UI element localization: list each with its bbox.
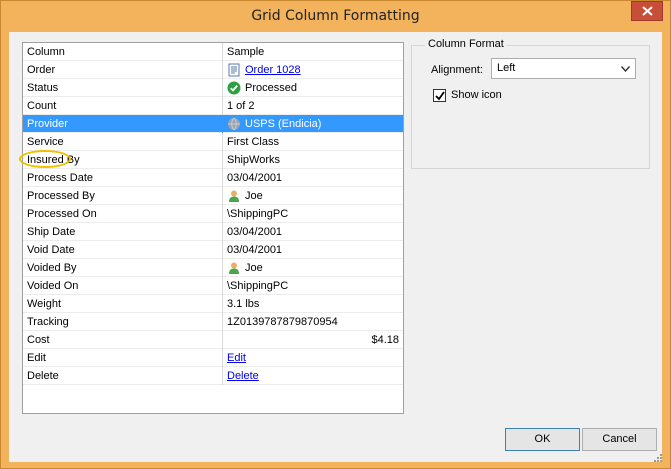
alignment-label: Alignment: <box>431 64 483 76</box>
sample-text: 03/04/2001 <box>227 172 283 184</box>
column-grid[interactable]: Column Sample Order Order 1028 Status Proce… <box>22 42 404 414</box>
table-row[interactable]: Edit Edit <box>23 349 403 367</box>
table-row[interactable]: Tracking 1Z0139787879870954 <box>23 313 403 331</box>
sample-text: \ShippingPC <box>227 280 289 292</box>
sample-text: 1 of 2 <box>227 100 255 112</box>
show-icon-checkbox[interactable] <box>433 89 446 102</box>
sample-cell: Joe <box>223 259 403 277</box>
column-name-cell: Cost <box>23 331 223 349</box>
column-name-cell: Voided On <box>23 277 223 295</box>
table-row[interactable]: Void Date 03/04/2001 <box>23 241 403 259</box>
sample-cell: USPS (Endicia) <box>223 115 403 133</box>
table-row[interactable]: Process Date 03/04/2001 <box>23 169 403 187</box>
user-icon <box>227 189 241 203</box>
table-row[interactable]: Processed By Joe <box>23 187 403 205</box>
column-header: Column <box>23 43 223 61</box>
table-row[interactable]: Processed On \ShippingPC <box>23 205 403 223</box>
alignment-select[interactable]: Left <box>491 58 636 79</box>
column-format-title: Column Format <box>425 38 507 50</box>
sample-cell: ShipWorks <box>223 151 403 169</box>
checkmark-icon <box>435 91 445 101</box>
column-name-cell: Weight <box>23 295 223 313</box>
table-row[interactable]: Status Processed <box>23 79 403 97</box>
sample-cell: Joe <box>223 187 403 205</box>
sample-link[interactable]: Edit <box>227 352 246 364</box>
user-icon <box>227 261 241 275</box>
table-row[interactable]: Service First Class <box>23 133 403 151</box>
sample-cell[interactable]: Order 1028 <box>223 61 403 79</box>
sample-cell: 03/04/2001 <box>223 223 403 241</box>
sample-text: 1Z0139787879870954 <box>227 316 338 328</box>
sample-text: $4.18 <box>371 334 399 346</box>
sample-cell: First Class <box>223 133 403 151</box>
globe-icon <box>227 117 241 131</box>
close-icon <box>642 6 653 16</box>
dialog-body: Column Sample Order Order 1028 Status Proce… <box>9 32 662 462</box>
table-row[interactable]: Count 1 of 2 <box>23 97 403 115</box>
sample-cell[interactable]: Delete <box>223 367 403 385</box>
column-name-cell: Tracking <box>23 313 223 331</box>
sample-text: ShipWorks <box>227 154 280 166</box>
table-row[interactable]: Ship Date 03/04/2001 <box>23 223 403 241</box>
table-row[interactable]: Delete Delete <box>23 367 403 385</box>
dialog-title: Grid Column Formatting <box>251 8 420 24</box>
sample-text: 03/04/2001 <box>227 244 283 256</box>
sample-text: Joe <box>245 262 263 274</box>
sample-cell: 03/04/2001 <box>223 241 403 259</box>
column-name-cell: Delete <box>23 367 223 385</box>
table-row[interactable]: Provider USPS (Endicia) <box>23 115 403 133</box>
column-name-cell: Order <box>23 61 223 79</box>
sample-text: Processed <box>245 82 297 94</box>
sample-link[interactable]: Order 1028 <box>245 64 301 76</box>
column-name-cell: Ship Date <box>23 223 223 241</box>
column-name-cell: Count <box>23 97 223 115</box>
sample-cell: 1 of 2 <box>223 97 403 115</box>
sample-cell: $4.18 <box>223 331 403 349</box>
table-row[interactable]: Voided On \ShippingPC <box>23 277 403 295</box>
grid-header: Column Sample <box>23 43 403 61</box>
column-name-cell: Void Date <box>23 241 223 259</box>
checkmark-icon <box>227 81 241 95</box>
resize-grip-icon[interactable] <box>653 453 663 463</box>
sample-cell[interactable]: Edit <box>223 349 403 367</box>
sample-header: Sample <box>227 46 265 58</box>
column-name-cell: Process Date <box>23 169 223 187</box>
sample-text: 03/04/2001 <box>227 226 283 238</box>
column-name-cell: Provider <box>23 115 223 133</box>
cancel-button[interactable]: Cancel <box>582 428 657 451</box>
column-name-cell: Edit <box>23 349 223 367</box>
sample-cell: 3.1 lbs <box>223 295 403 313</box>
sample-text: Joe <box>245 190 263 202</box>
table-row[interactable]: Insured By ShipWorks <box>23 151 403 169</box>
column-name-cell: Insured By <box>23 151 223 169</box>
show-icon-label[interactable]: Show icon <box>451 89 502 101</box>
sample-text: USPS (Endicia) <box>245 118 322 130</box>
sample-text: 3.1 lbs <box>227 298 260 310</box>
sample-cell: 03/04/2001 <box>223 169 403 187</box>
document-icon <box>227 63 241 77</box>
sample-cell: \ShippingPC <box>223 205 403 223</box>
title-bar[interactable]: Grid Column Formatting <box>1 1 670 32</box>
table-row[interactable]: Cost $4.18 <box>23 331 403 349</box>
sample-cell: 1Z0139787879870954 <box>223 313 403 331</box>
sample-cell: Processed <box>223 79 403 97</box>
column-name-cell: Service <box>23 133 223 151</box>
table-row[interactable]: Order Order 1028 <box>23 61 403 79</box>
close-button[interactable] <box>631 1 663 21</box>
column-name-cell: Status <box>23 79 223 97</box>
dialog-window: Grid Column Formatting Column Sample Ord… <box>0 0 671 469</box>
sample-text: First Class <box>227 136 279 148</box>
ok-button[interactable]: OK <box>505 428 580 451</box>
table-row[interactable]: Weight 3.1 lbs <box>23 295 403 313</box>
table-row[interactable]: Voided By Joe <box>23 259 403 277</box>
column-name-cell: Processed On <box>23 205 223 223</box>
sample-link[interactable]: Delete <box>227 370 259 382</box>
alignment-value: Left <box>497 62 516 74</box>
column-name-cell: Processed By <box>23 187 223 205</box>
column-name-cell: Voided By <box>23 259 223 277</box>
sample-text: \ShippingPC <box>227 208 289 220</box>
sample-cell: \ShippingPC <box>223 277 403 295</box>
chevron-down-icon <box>621 66 630 72</box>
